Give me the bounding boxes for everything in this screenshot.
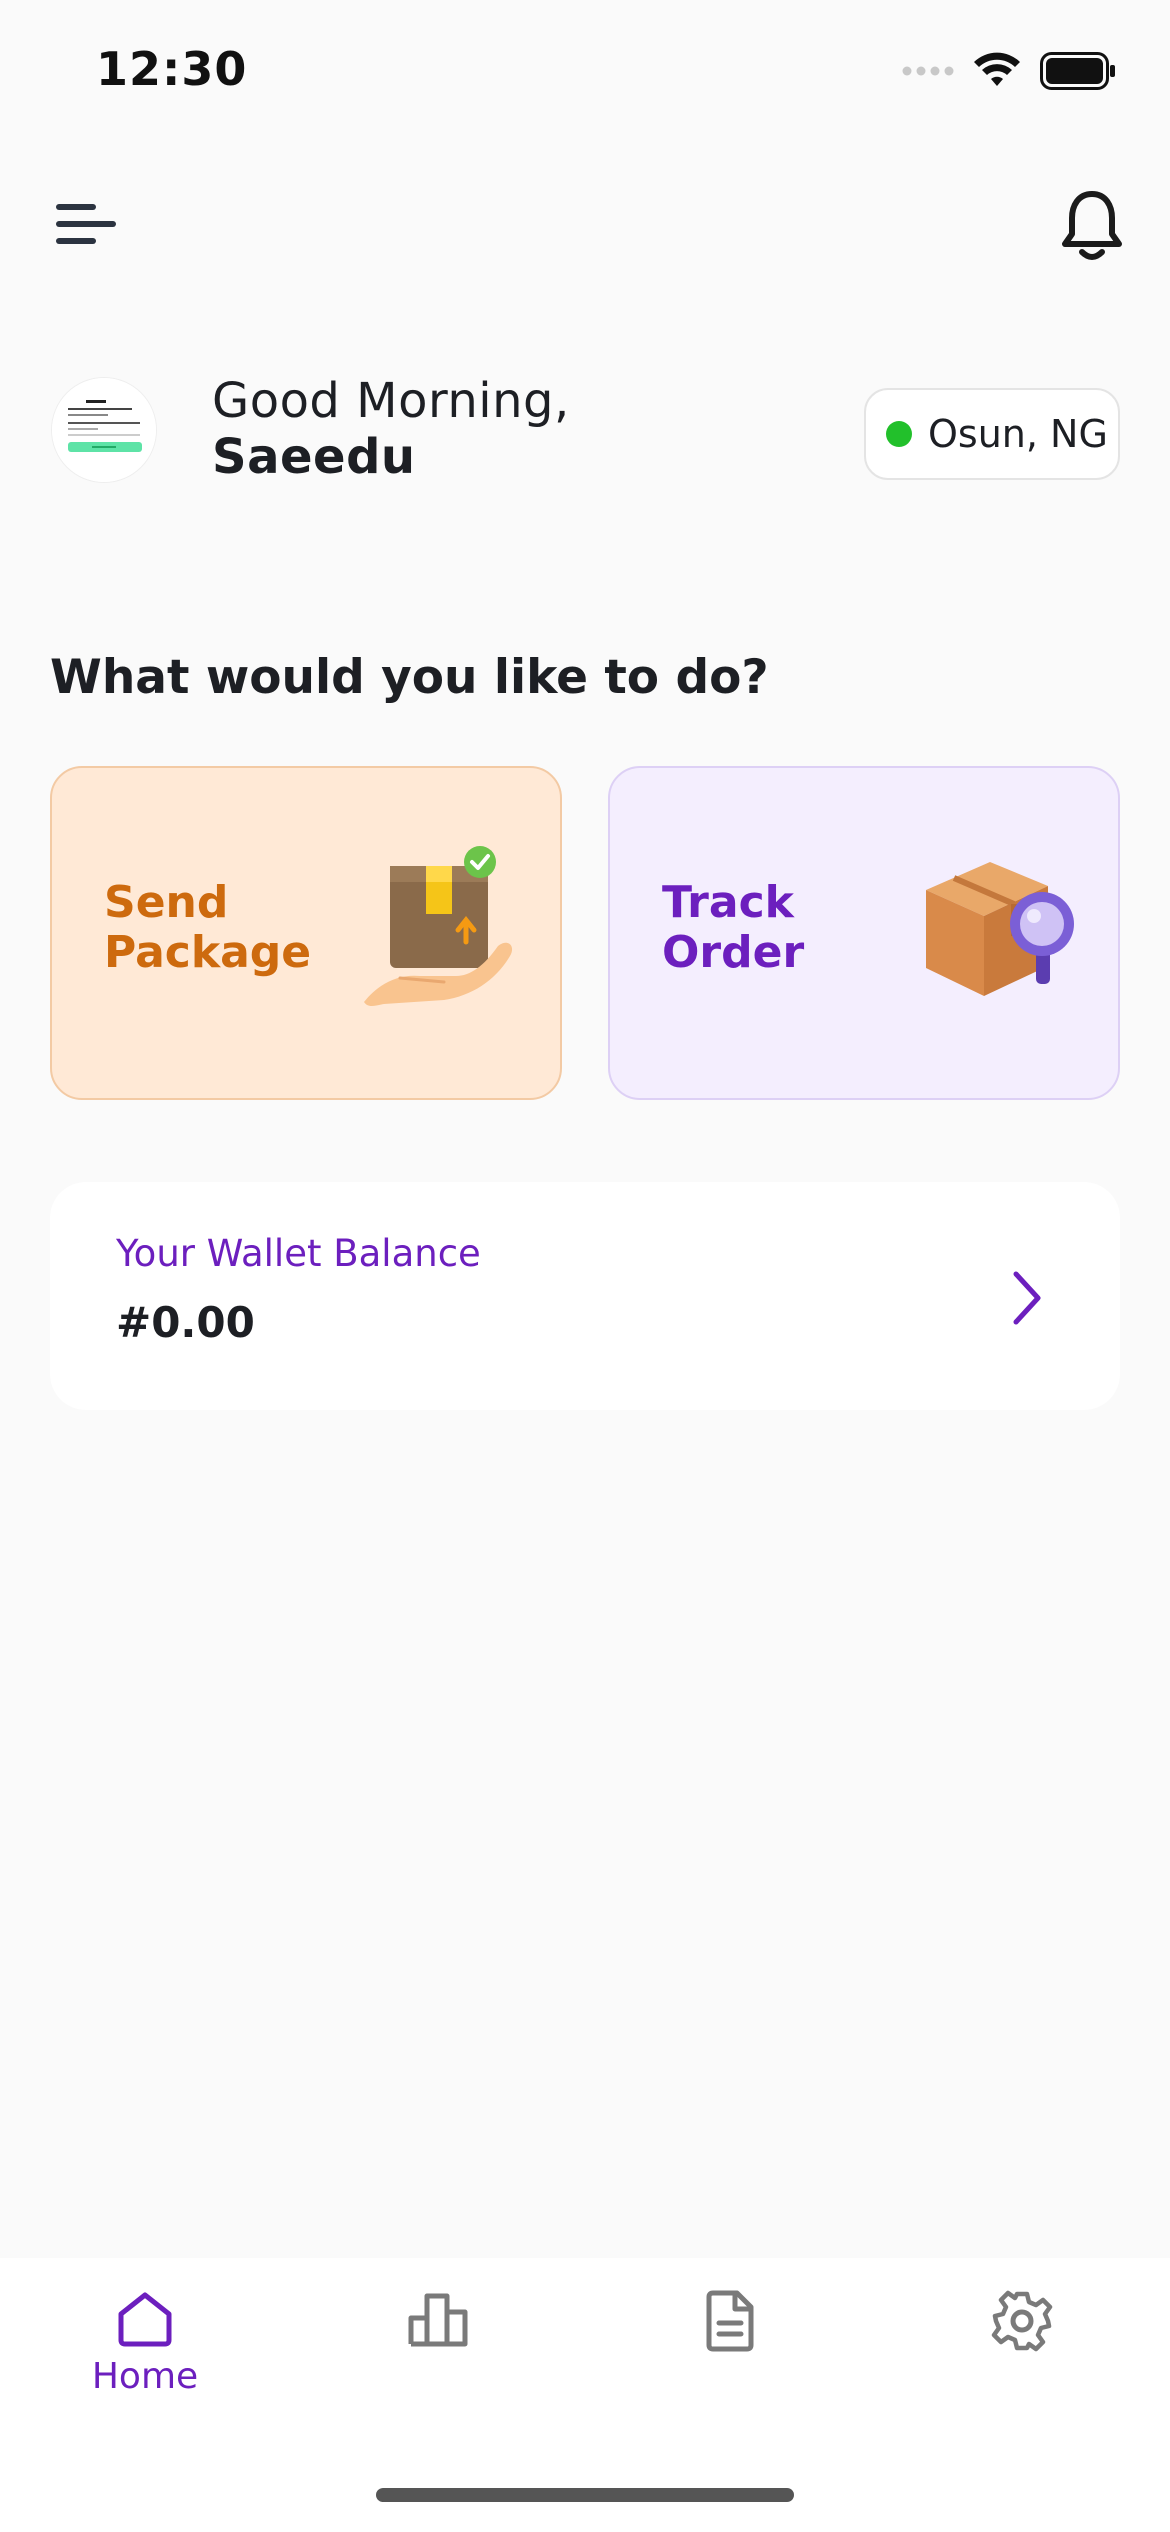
avatar[interactable] <box>52 378 156 482</box>
document-icon <box>706 2290 754 2352</box>
status-time: 12:30 <box>96 42 248 96</box>
home-indicator <box>376 2488 794 2502</box>
bell-icon <box>1062 191 1122 260</box>
section-title: What would you like to do? <box>50 650 769 705</box>
wallet-balance-value: #0.00 <box>116 1298 255 1347</box>
menu-button[interactable] <box>52 196 124 252</box>
greeting-text: Good Morning, <box>212 373 570 429</box>
send-package-card[interactable]: Send Package <box>50 766 562 1100</box>
status-bar: 12:30 <box>0 0 1170 150</box>
status-indicators <box>902 52 1116 90</box>
cellular-signal-icon <box>902 64 954 78</box>
location-selector[interactable]: Osun, NG <box>864 388 1120 480</box>
home-screen: 12:30 Good Morning, Saeedu Osun, NG What… <box>0 0 1170 2532</box>
notifications-button[interactable] <box>1058 188 1126 264</box>
bar-chart-icon <box>408 2293 468 2347</box>
home-icon <box>118 2292 172 2347</box>
location-label: Osun, NG <box>928 412 1108 456</box>
track-order-card[interactable]: Track Order <box>608 766 1120 1100</box>
wifi-icon <box>972 52 1022 90</box>
package-hand-icon <box>364 846 513 1006</box>
nav-item-documents[interactable] <box>630 2290 830 2352</box>
chevron-right-icon <box>1013 1271 1041 1325</box>
package-search-icon <box>926 862 1074 996</box>
nav-item-stats[interactable] <box>338 2290 538 2348</box>
user-name: Saeedu <box>212 429 416 485</box>
send-package-label: Send Package <box>104 877 312 978</box>
settings-gear-icon <box>991 2290 1053 2352</box>
wallet-balance-label: Your Wallet Balance <box>116 1232 481 1275</box>
nav-item-home[interactable]: Home <box>45 2290 245 2397</box>
track-order-label: Track Order <box>662 877 805 978</box>
nav-label-home: Home <box>91 2356 199 2397</box>
nav-item-settings[interactable] <box>922 2290 1122 2352</box>
online-status-dot <box>886 421 912 447</box>
avatar-image <box>52 378 156 482</box>
wallet-balance-card[interactable]: Your Wallet Balance #0.00 <box>50 1182 1120 1410</box>
greeting: Good Morning, Saeedu <box>212 372 570 484</box>
battery-icon <box>1040 52 1116 90</box>
menu-icon <box>56 204 116 244</box>
